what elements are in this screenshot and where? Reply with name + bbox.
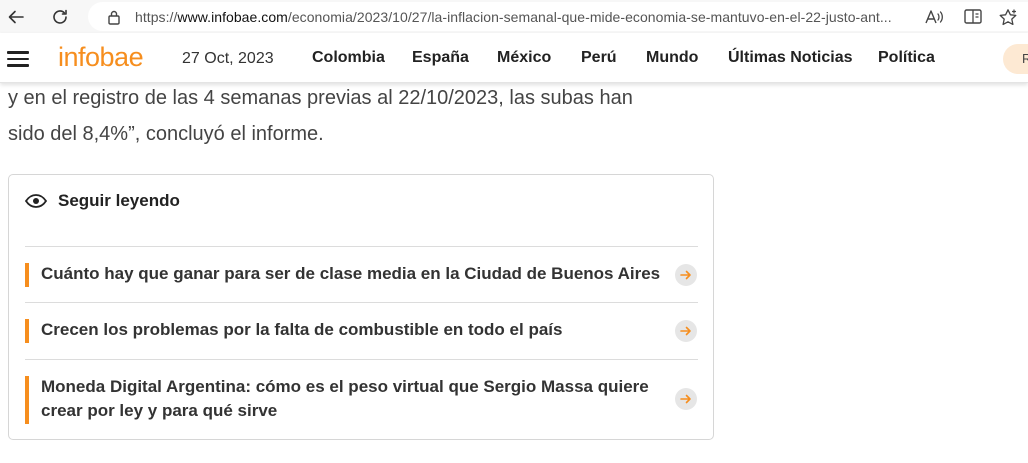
favorite-star-icon[interactable]: [997, 6, 1019, 28]
url-path: /economia/2023/10/27/la-inflacion-semana…: [287, 8, 892, 25]
nav-item-espana[interactable]: España: [412, 49, 469, 67]
reader-view-icon[interactable]: [962, 6, 984, 28]
article-paragraph-line: y en el registro de las 4 semanas previa…: [8, 87, 633, 109]
related-item[interactable]: Cuánto hay que ganar para ser de clase m…: [25, 246, 698, 302]
related-item-title[interactable]: Moneda Digital Argentina: cómo es el pes…: [41, 375, 661, 423]
nav-item-ultimas-noticias[interactable]: Últimas Noticias: [728, 49, 852, 67]
site-logo[interactable]: infobae: [58, 42, 144, 73]
related-item[interactable]: Moneda Digital Argentina: cómo es el pes…: [25, 359, 698, 439]
article-body: y en el registro de las 4 semanas previa…: [8, 80, 708, 152]
nav-item-mundo[interactable]: Mundo: [646, 49, 698, 67]
header-pill-button[interactable]: R: [1003, 44, 1028, 74]
accent-bar: [25, 319, 29, 343]
menu-icon[interactable]: [7, 51, 29, 67]
related-item[interactable]: Crecen los problemas por la falta de com…: [25, 302, 698, 359]
nav-item-colombia[interactable]: Colombia: [312, 49, 385, 67]
arrow-right-icon[interactable]: [675, 320, 697, 342]
browser-toolbar: https://www.infobae.com/economia/2023/10…: [0, 0, 1028, 33]
nav-item-mexico[interactable]: México: [497, 49, 551, 67]
address-bar[interactable]: https://www.infobae.com/economia/2023/10…: [88, 2, 1028, 31]
lock-icon[interactable]: [106, 9, 122, 25]
arrow-right-icon[interactable]: [675, 388, 697, 410]
related-header: Seguir leyendo: [25, 191, 180, 211]
accent-bar: [25, 376, 29, 424]
related-title: Seguir leyendo: [58, 191, 180, 210]
url-scheme: https://: [135, 8, 178, 25]
related-item-title[interactable]: Crecen los problemas por la falta de com…: [41, 318, 661, 342]
url-text[interactable]: https://www.infobae.com/economia/2023/10…: [135, 9, 907, 25]
refresh-icon[interactable]: [46, 3, 74, 31]
header-date: 27 Oct, 2023: [182, 50, 274, 67]
nav-item-peru[interactable]: Perú: [581, 49, 617, 67]
site-header: infobae 27 Oct, 2023 Colombia España Méx…: [0, 33, 1028, 83]
read-aloud-icon[interactable]: [923, 6, 945, 28]
related-articles-box: Seguir leyendo Cuánto hay que ganar para…: [8, 174, 714, 440]
accent-bar: [25, 263, 29, 287]
arrow-right-icon[interactable]: [675, 264, 697, 286]
article-paragraph-line: sido del 8,4%”, concluyó el informe.: [8, 123, 324, 145]
back-icon[interactable]: [2, 3, 30, 31]
nav-item-politica[interactable]: Política: [878, 49, 935, 67]
url-host: www.infobae.com: [177, 8, 288, 25]
related-item-title[interactable]: Cuánto hay que ganar para ser de clase m…: [41, 262, 661, 286]
eye-icon: [25, 191, 49, 211]
